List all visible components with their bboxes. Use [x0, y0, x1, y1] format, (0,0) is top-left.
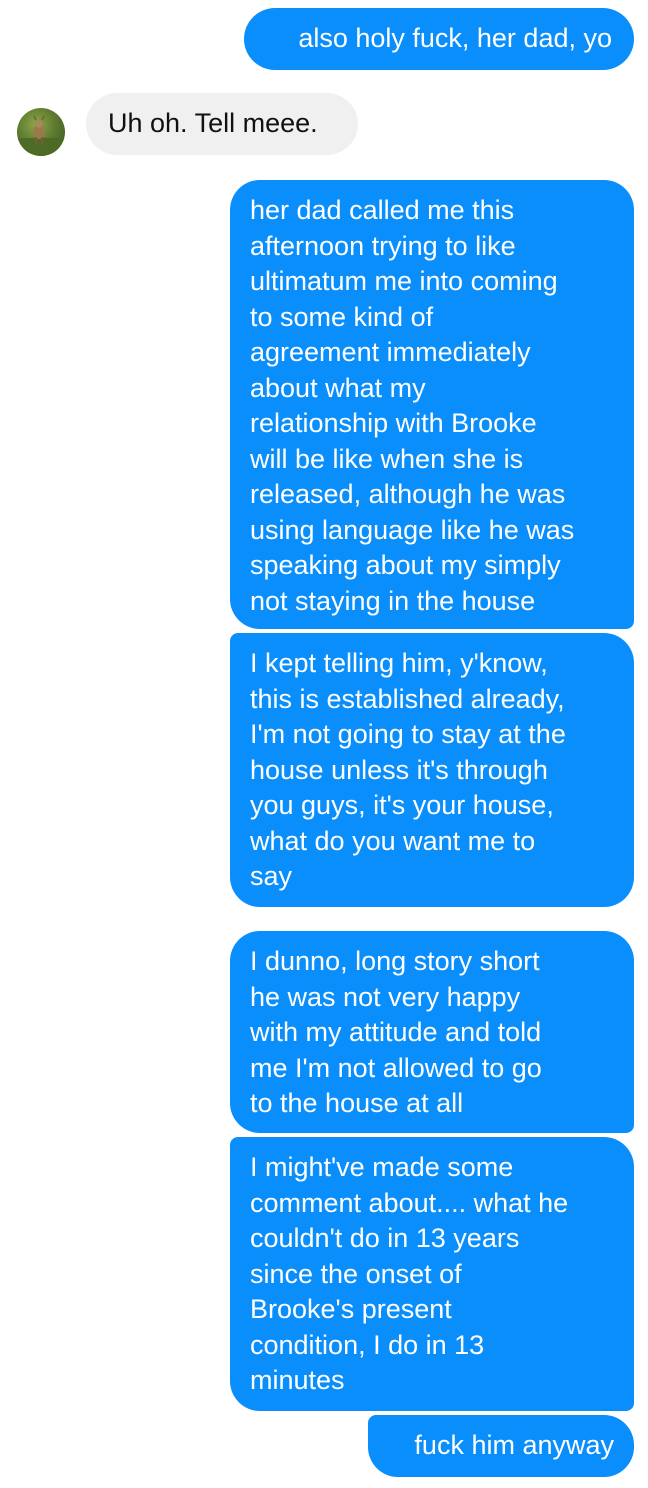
- incoming-message-bubble[interactable]: Uh oh. Tell meee.: [86, 93, 358, 155]
- contact-avatar-photo: [17, 115, 65, 156]
- outgoing-message-bubble[interactable]: her dad called me this afternoon trying …: [230, 180, 634, 629]
- contact-avatar[interactable]: [17, 108, 65, 156]
- outgoing-message-bubble[interactable]: I dunno, long story short he was not ver…: [230, 931, 634, 1133]
- outgoing-message-bubble[interactable]: fuck him anyway: [368, 1415, 634, 1477]
- outgoing-message-bubble[interactable]: I kept telling him, y'know, this is esta…: [230, 633, 634, 907]
- outgoing-message-bubble[interactable]: I might've made some comment about.... w…: [230, 1137, 634, 1411]
- outgoing-message-bubble[interactable]: also holy fuck, her dad, yo: [244, 8, 634, 70]
